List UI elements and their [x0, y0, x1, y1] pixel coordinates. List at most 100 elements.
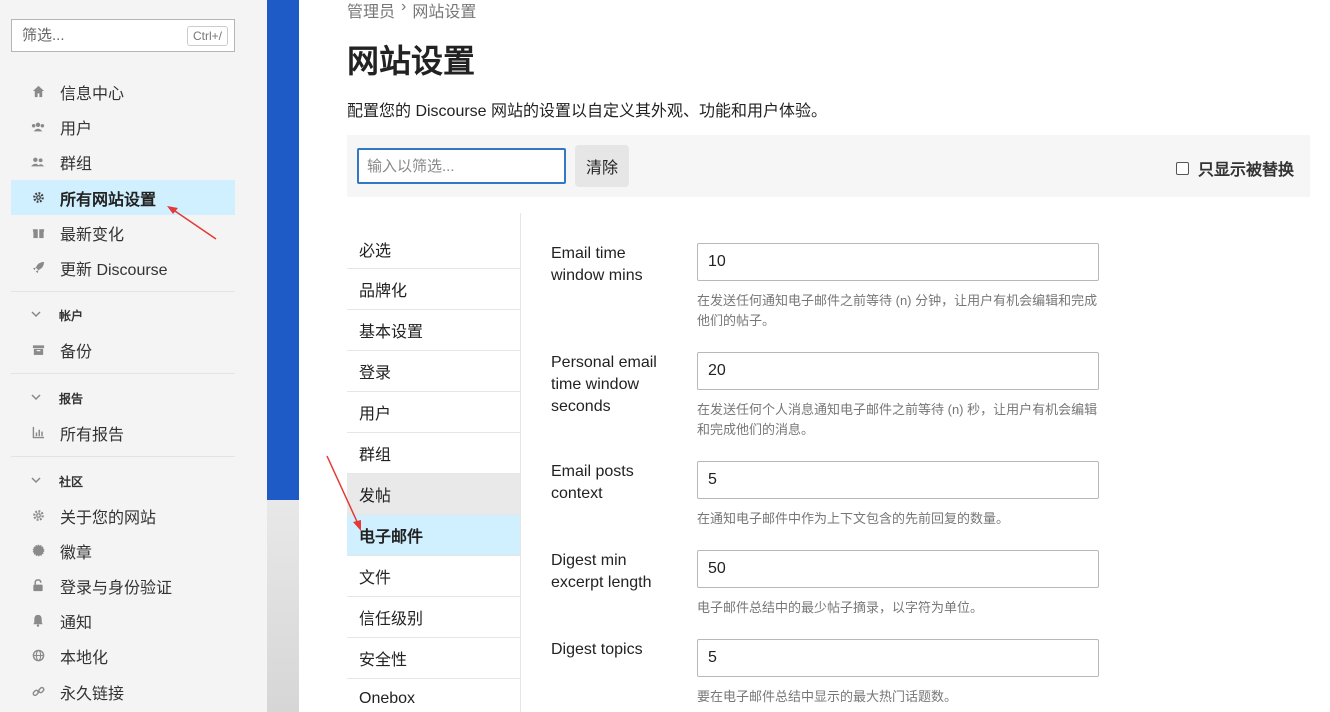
- category-basic-setup[interactable]: 基本设置: [347, 310, 520, 351]
- sidebar-divider: [11, 291, 235, 292]
- rocket-icon: [31, 261, 45, 275]
- category-branding[interactable]: 品牌化: [347, 269, 520, 310]
- section-header-reports[interactable]: 报告: [11, 388, 235, 408]
- breadcrumb-current: 网站设置: [412, 4, 477, 21]
- sidebar-item-whats-new[interactable]: 最新变化: [11, 215, 235, 250]
- sidebar-item-label: 本地化: [60, 649, 109, 667]
- sidebar-item-label: 徽章: [60, 544, 93, 562]
- groups-icon: [31, 155, 45, 169]
- setting-description: 在发送任何个人消息通知电子邮件之前等待 (n) 秒，让用户有机会编辑和完成他们的…: [697, 402, 1098, 437]
- setting-description: 要在电子邮件总结中显示的最大热门话题数。: [697, 689, 958, 704]
- sidebar-item-all-reports[interactable]: 所有报告: [11, 415, 235, 450]
- sidebar-item-permalinks[interactable]: 永久链接: [11, 674, 235, 709]
- sidebar-item-groups[interactable]: 群组: [11, 144, 235, 179]
- sidebar-item-label: 永久链接: [60, 685, 125, 703]
- setting-description: 在通知电子邮件中作为上下文包含的先前回复的数量。: [697, 511, 1010, 526]
- setting-description: 在发送任何通知电子邮件之前等待 (n) 分钟，让用户有机会编辑和完成他们的帖子。: [697, 293, 1098, 328]
- archive-icon: [31, 343, 45, 357]
- category-groups[interactable]: 群组: [347, 433, 520, 474]
- only-overridden-checkbox[interactable]: [1175, 161, 1189, 175]
- setting-label: Email posts context: [551, 463, 634, 502]
- sidebar-item-label: 最新变化: [60, 226, 125, 244]
- sidebar-item-label: 更新 Discourse: [60, 261, 168, 279]
- main-content: 管理员 › 网站设置 网站设置 配置您的 Discourse 网站的设置以自定义…: [299, 0, 1330, 712]
- sidebar-item-localization[interactable]: 本地化: [11, 638, 235, 673]
- only-overridden-toggle[interactable]: 只显示被替换: [1175, 156, 1294, 180]
- admin-sidebar: Ctrl+/ 信息中心 用户 群组 所有网站设置 最新变化 更新 Discour…: [0, 0, 267, 712]
- users-icon: [31, 120, 45, 134]
- setting-description: 电子邮件总结中的最少帖子摘录，以字符为单位。: [697, 600, 984, 615]
- gear-icon: [31, 509, 45, 523]
- chevron-down-icon: [31, 476, 43, 487]
- setting-value-input[interactable]: [697, 639, 1099, 677]
- breadcrumb-admin-link[interactable]: 管理员: [347, 0, 395, 22]
- setting-value-input[interactable]: [697, 461, 1099, 499]
- settings-filter-input[interactable]: [357, 148, 566, 184]
- lock-icon: [31, 579, 45, 593]
- category-files[interactable]: 文件: [347, 556, 520, 597]
- page-description: 配置您的 Discourse 网站的设置以自定义其外观、功能和用户体验。: [347, 103, 828, 120]
- gift-icon: [31, 226, 45, 240]
- gear-icon: [31, 191, 45, 205]
- category-email[interactable]: 电子邮件: [347, 515, 520, 556]
- sidebar-item-label: 信息中心: [60, 85, 125, 103]
- section-header-community[interactable]: 社区: [11, 471, 235, 491]
- sidebar-item-label: 所有网站设置: [60, 191, 157, 209]
- sidebar-item-backups[interactable]: 备份: [11, 332, 235, 367]
- bell-icon: [31, 614, 45, 628]
- setting-value-input[interactable]: [697, 550, 1099, 588]
- sidebar-divider: [11, 373, 235, 374]
- setting-value-input[interactable]: [697, 243, 1099, 281]
- sidebar-item-about-site[interactable]: 关于您的网站: [11, 498, 235, 533]
- chart-icon: [31, 426, 45, 440]
- section-title: 社区: [59, 474, 84, 489]
- category-security[interactable]: 安全性: [347, 638, 520, 679]
- breadcrumb: 管理员 › 网站设置: [347, 0, 476, 22]
- only-overridden-label: 只显示被替换: [1197, 162, 1294, 179]
- settings-filter-bar: 清除 只显示被替换: [347, 135, 1310, 197]
- category-required[interactable]: 必选: [347, 229, 520, 269]
- home-icon: [31, 85, 45, 99]
- sidebar-item-login-auth[interactable]: 登录与身份验证: [11, 568, 235, 603]
- setting-value-input[interactable]: [697, 352, 1099, 390]
- section-header-account[interactable]: 帐户: [11, 305, 235, 325]
- category-users[interactable]: 用户: [347, 392, 520, 433]
- chevron-down-icon: [31, 393, 43, 404]
- settings-category-nav: 必选 品牌化 基本设置 登录 用户 群组 发帖 电子邮件 文件 信任级别 安全性…: [347, 213, 521, 712]
- category-login[interactable]: 登录: [347, 351, 520, 392]
- sidebar-item-notifications[interactable]: 通知: [11, 603, 235, 638]
- sidebar-item-label: 所有报告: [60, 426, 125, 444]
- site-header-accent: [267, 0, 299, 500]
- sidebar-item-label: 通知: [60, 614, 93, 632]
- breadcrumb-separator: ›: [401, 0, 407, 15]
- category-trust-levels[interactable]: 信任级别: [347, 597, 520, 638]
- sidebar-item-label: 登录与身份验证: [60, 579, 173, 597]
- link-icon: [31, 685, 45, 699]
- sidebar-item-badges[interactable]: 徽章: [11, 533, 235, 568]
- section-title: 报告: [59, 391, 84, 406]
- sidebar-item-update-discourse[interactable]: 更新 Discourse: [11, 250, 235, 285]
- sidebar-filter-input[interactable]: [12, 20, 172, 51]
- shortcut-hint: Ctrl+/: [186, 26, 228, 46]
- setting-label: Digest min excerpt length: [551, 552, 652, 591]
- chevron-down-icon: [31, 310, 43, 321]
- sidebar-item-label: 群组: [60, 155, 93, 173]
- sidebar-item-label: 关于您的网站: [60, 509, 157, 527]
- sidebar-item-all-site-settings[interactable]: 所有网站设置: [11, 180, 235, 215]
- badge-icon: [31, 544, 45, 558]
- sidebar-divider: [11, 456, 235, 457]
- sidebar-filter[interactable]: Ctrl+/: [11, 19, 235, 52]
- clear-button[interactable]: 清除: [575, 145, 629, 187]
- sidebar-item-label: 用户: [60, 120, 93, 138]
- category-posting[interactable]: 发帖: [347, 474, 520, 515]
- sidebar-item-users[interactable]: 用户: [11, 109, 235, 144]
- setting-label: Personal email time window seconds: [551, 354, 657, 415]
- setting-label: Digest topics: [551, 641, 643, 658]
- sidebar-item-label: 备份: [60, 343, 93, 361]
- setting-label: Email time window mins: [551, 245, 643, 284]
- globe-icon: [31, 649, 45, 663]
- category-onebox[interactable]: Onebox: [347, 679, 520, 712]
- background-band: [267, 500, 299, 712]
- sidebar-item-dashboard[interactable]: 信息中心: [11, 74, 235, 109]
- page-title: 网站设置: [347, 43, 476, 79]
